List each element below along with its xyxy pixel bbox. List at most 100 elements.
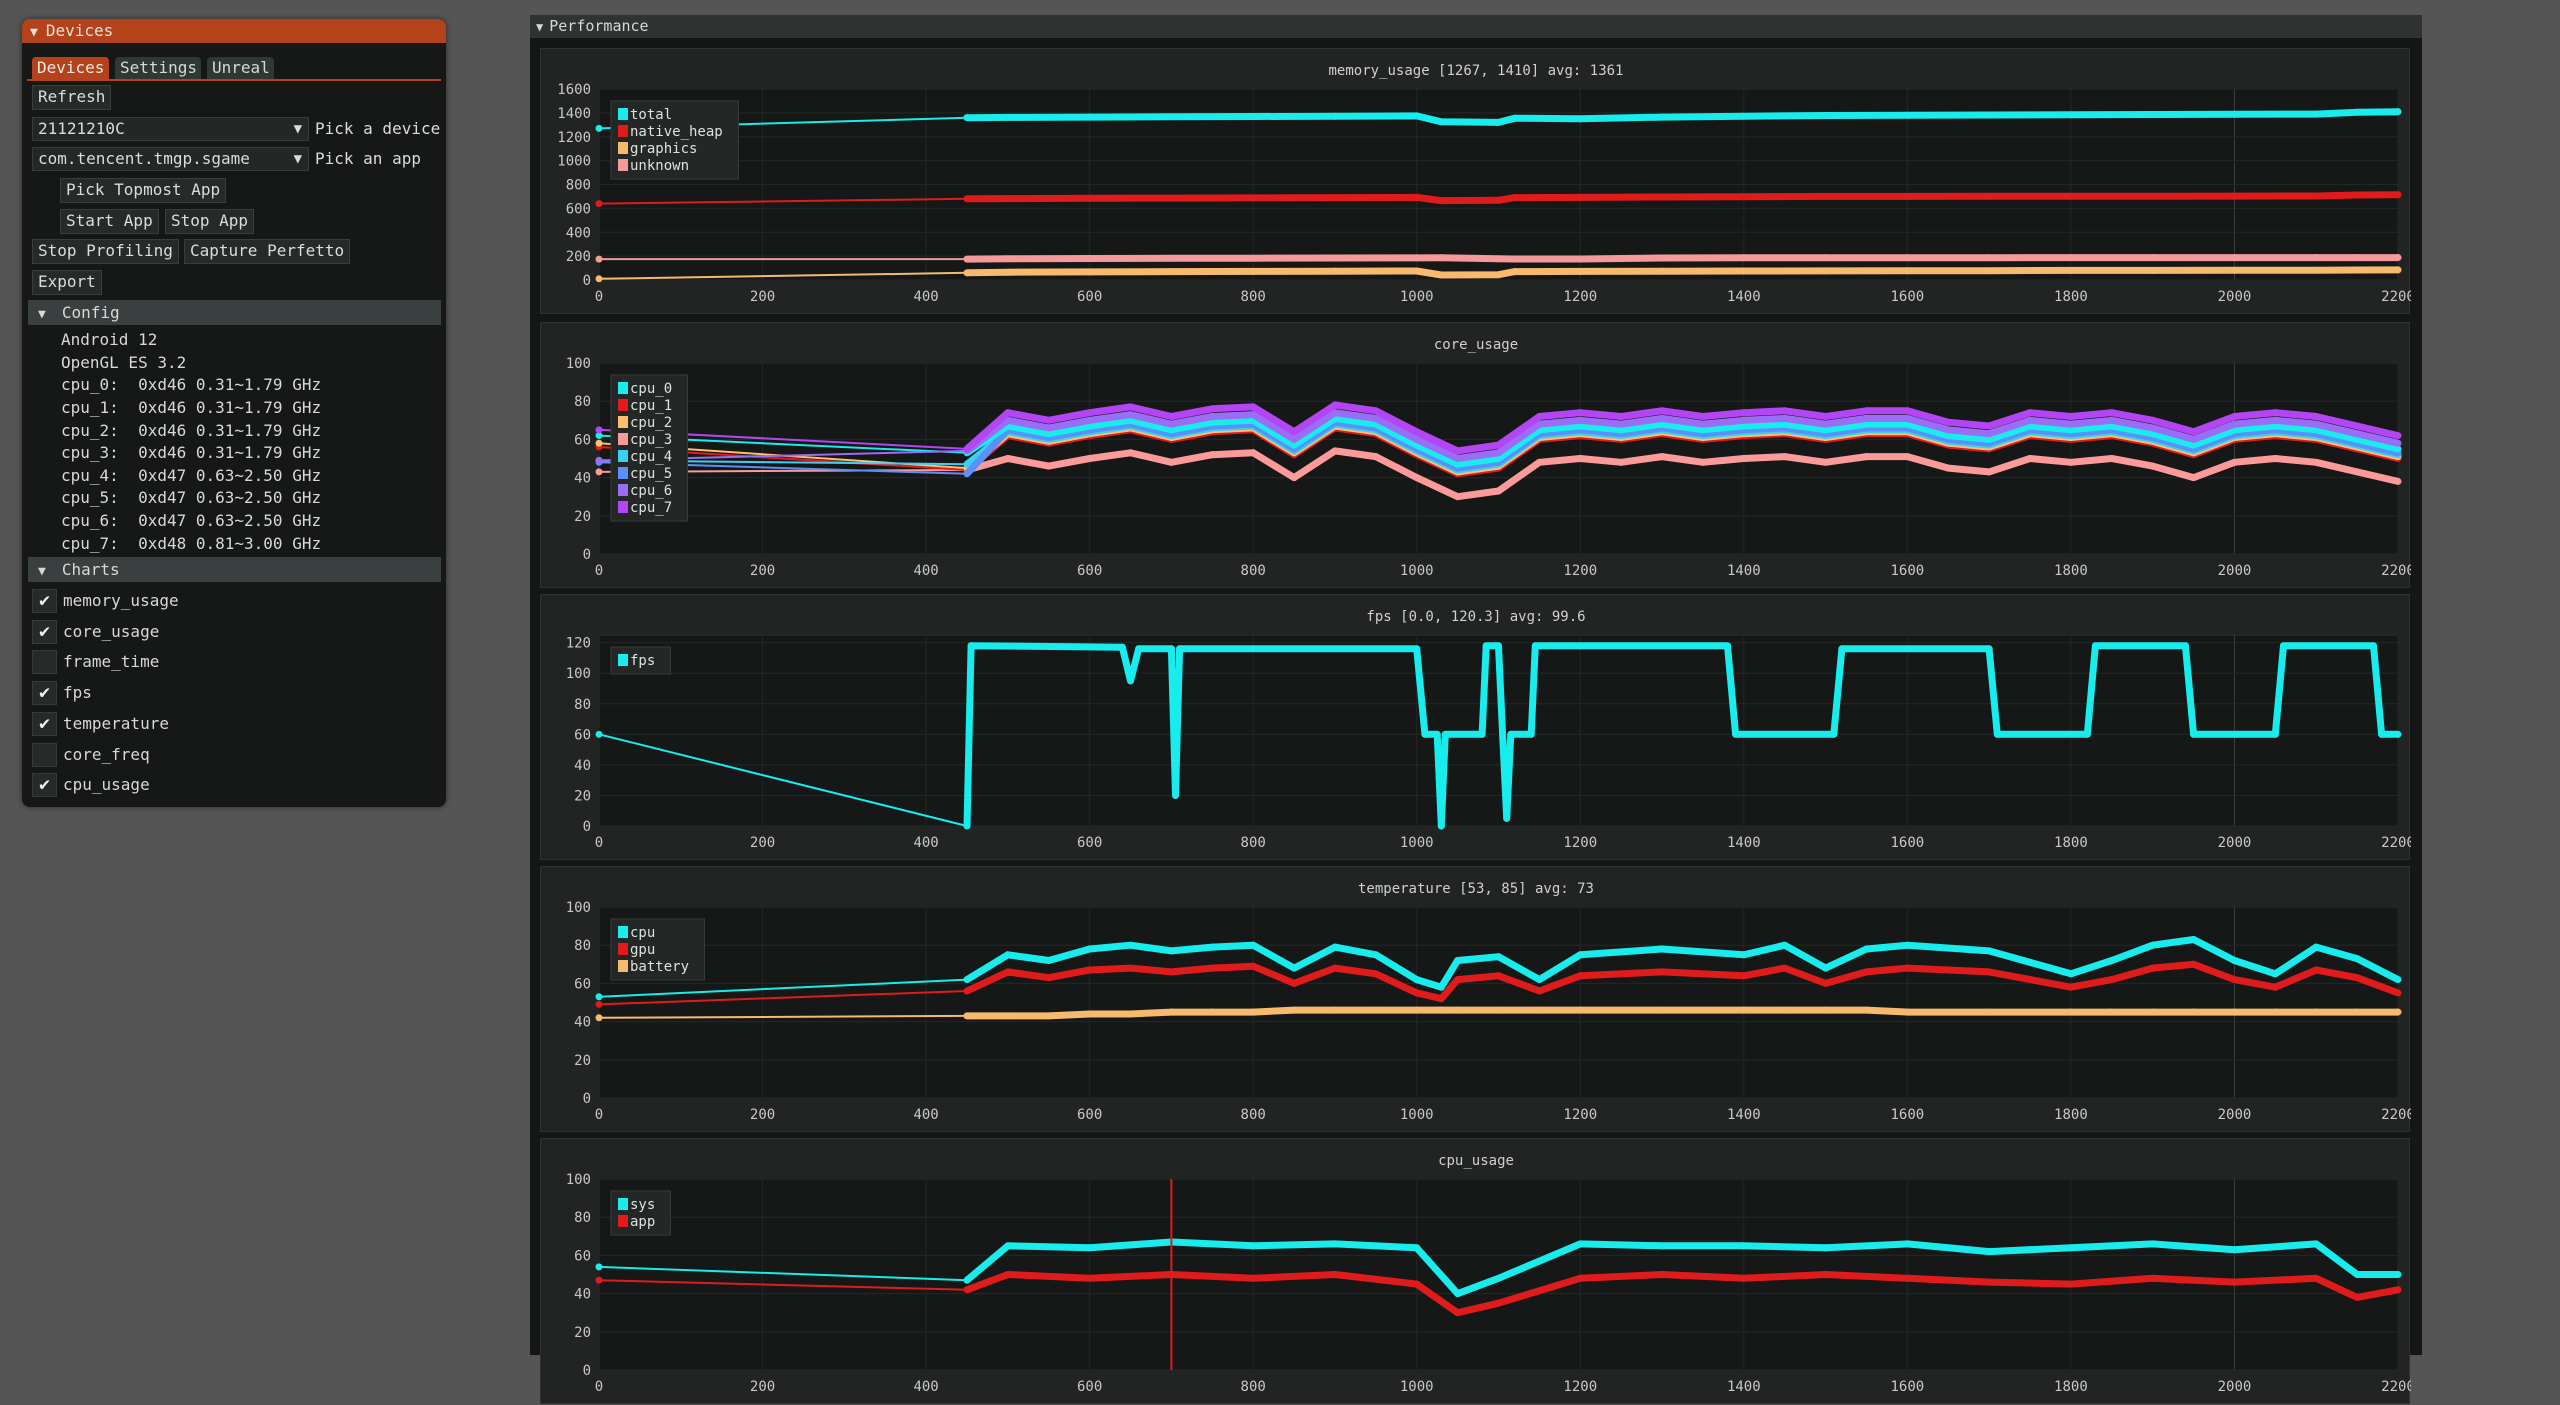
chart-title: temperature [53, 85] avg: 73 xyxy=(1358,881,1594,897)
plot-area[interactable] xyxy=(598,906,2399,1099)
data-point xyxy=(1822,267,1830,275)
tab-settings[interactable]: Settings xyxy=(115,57,201,79)
legend-entry[interactable]: total xyxy=(630,107,672,123)
data-point xyxy=(1208,405,1216,413)
checkbox-memory-usage[interactable]: ✔ xyxy=(32,589,57,613)
chart-svg[interactable]: core_usage0 200 400 600 800 1000 1200 1400 1600 1… xyxy=(541,323,2411,589)
collapse-icon[interactable]: ▼ xyxy=(536,20,543,34)
performance-window-titlebar[interactable]: ▼ Performance xyxy=(530,15,2422,38)
stop-profiling-button[interactable]: Stop Profiling xyxy=(32,239,179,264)
config-line: cpu_3: 0xd46 0.31~1.79 GHz xyxy=(61,443,322,462)
legend-entry[interactable]: graphics xyxy=(630,141,697,157)
data-point xyxy=(963,1286,971,1294)
x-tick-label: 1000 xyxy=(1400,1107,1434,1123)
data-point xyxy=(2108,416,2116,424)
legend-entry[interactable]: cpu_0 xyxy=(630,381,672,397)
data-point xyxy=(1658,407,1666,415)
data-point xyxy=(1862,968,1870,976)
data-point xyxy=(1290,964,1298,972)
data-point xyxy=(2394,439,2402,447)
capture-perfetto-button[interactable]: Capture Perfetto xyxy=(184,239,351,264)
data-point xyxy=(595,1276,603,1284)
checkbox-core-usage[interactable]: ✔ xyxy=(32,619,57,644)
data-point xyxy=(595,1014,603,1022)
legend[interactable]: cpu_0cpu_1cpu_2cpu_3cpu_4cpu_5cpu_6cpu_7 xyxy=(610,374,688,522)
data-point xyxy=(2230,1008,2238,1016)
checkbox-frame-time[interactable] xyxy=(32,650,57,675)
data-point xyxy=(1862,1006,1870,1014)
checkbox-label: cpu_usage xyxy=(63,775,150,795)
legend-entry[interactable]: unknown xyxy=(630,158,689,174)
legend-entry[interactable]: cpu_4 xyxy=(630,449,672,465)
chart-svg[interactable]: memory_usage [1267, 1410] avg: 1361 0 200 4… xyxy=(541,49,2411,315)
legend-entry[interactable]: cpu_7 xyxy=(630,500,672,516)
tab-devices[interactable]: Devices xyxy=(32,57,109,79)
legend-swatch xyxy=(618,960,628,972)
data-point xyxy=(1740,455,1748,462)
checkbox-fps[interactable]: ✔ xyxy=(32,681,57,706)
checkbox-cpu-usage[interactable]: ✔ xyxy=(32,773,57,798)
legend[interactable]: fps xyxy=(610,646,671,675)
y-tick-label: 600 xyxy=(566,201,591,217)
legend[interactable]: sysapp xyxy=(610,1190,671,1236)
chart-svg[interactable]: temperature [53, 85] avg: 730 200 400 600 80… xyxy=(541,867,2411,1133)
legend-entry[interactable]: gpu xyxy=(630,942,655,958)
legend[interactable]: totalnative_heapgraphicsunknown xyxy=(610,100,739,180)
legend-entry[interactable]: cpu_3 xyxy=(630,432,672,448)
data-point xyxy=(2149,266,2157,274)
legend-entry[interactable]: cpu_6 xyxy=(630,483,672,499)
app-combo[interactable]: com.tencent.tmgp.sgame ▼ xyxy=(32,147,309,171)
legend[interactable]: cpugpubattery xyxy=(610,918,705,981)
devices-window-titlebar[interactable]: ▼ Devices xyxy=(22,19,446,43)
data-point xyxy=(1495,487,1502,495)
legend-entry[interactable]: cpu xyxy=(630,925,655,941)
legend-entry[interactable]: cpu_5 xyxy=(630,466,672,482)
data-point xyxy=(1903,964,1911,972)
legend-entry[interactable]: battery xyxy=(630,959,689,975)
refresh-button[interactable]: Refresh xyxy=(32,85,112,110)
legend-entry[interactable]: fps xyxy=(630,653,655,669)
export-button[interactable]: Export xyxy=(32,270,102,295)
legend-entry[interactable]: cpu_1 xyxy=(630,398,672,414)
data-point xyxy=(1004,1012,1012,1020)
config-header[interactable]: ▼ Config xyxy=(28,300,441,325)
pick-topmost-app-button[interactable]: Pick Topmost App xyxy=(60,178,227,203)
chart-svg[interactable]: fps [0.0, 120.3] avg: 99.60 200 400 600 800 1… xyxy=(541,595,2411,861)
legend-entry[interactable]: sys xyxy=(630,1197,655,1213)
legend-entry[interactable]: cpu_2 xyxy=(630,415,672,431)
data-point xyxy=(1944,464,1952,472)
x-tick-label: 1400 xyxy=(1727,563,1761,579)
tab-unreal[interactable]: Unreal xyxy=(207,57,274,79)
legend-entry[interactable]: native_heap xyxy=(630,124,723,140)
plot-area[interactable] xyxy=(598,1178,2399,1371)
chart-svg[interactable]: cpu_usage0 200 400 600 800 1000 1200 1400 1600 18… xyxy=(541,1139,2411,1405)
data-point xyxy=(1086,455,1094,462)
data-point xyxy=(1433,730,1441,738)
data-point xyxy=(1903,1274,1911,1282)
data-point xyxy=(1331,254,1339,262)
data-point xyxy=(1740,409,1748,417)
data-point xyxy=(1413,1006,1421,1014)
chart-panel-cpu-usage: cpu_usage 0 200 400 600 800 1000 1200 1400 1600 18… xyxy=(540,1138,2411,1405)
stop-app-button[interactable]: Stop App xyxy=(165,209,255,234)
data-point xyxy=(595,200,603,208)
data-point xyxy=(1740,951,1748,959)
checkbox-core-freq[interactable] xyxy=(32,742,57,767)
data-point xyxy=(1086,416,1094,424)
data-point xyxy=(1507,730,1515,738)
device-combo[interactable]: 21121210C ▼ xyxy=(32,117,309,141)
checkbox-temperature[interactable]: ✔ xyxy=(32,711,57,736)
x-tick-label: 600 xyxy=(1077,1379,1102,1395)
data-point xyxy=(2394,266,2402,274)
data-point xyxy=(1822,254,1830,262)
y-tick-label: 60 xyxy=(574,976,591,992)
data-point xyxy=(1903,111,1911,119)
legend-entry[interactable]: app xyxy=(630,1214,655,1230)
collapse-icon[interactable]: ▼ xyxy=(30,25,38,40)
charts-header[interactable]: ▼ Charts xyxy=(28,557,441,582)
start-app-button[interactable]: Start App xyxy=(60,209,159,234)
data-point xyxy=(1167,412,1175,420)
data-point xyxy=(1903,1008,1911,1016)
data-point xyxy=(963,195,971,203)
data-point xyxy=(963,976,971,984)
